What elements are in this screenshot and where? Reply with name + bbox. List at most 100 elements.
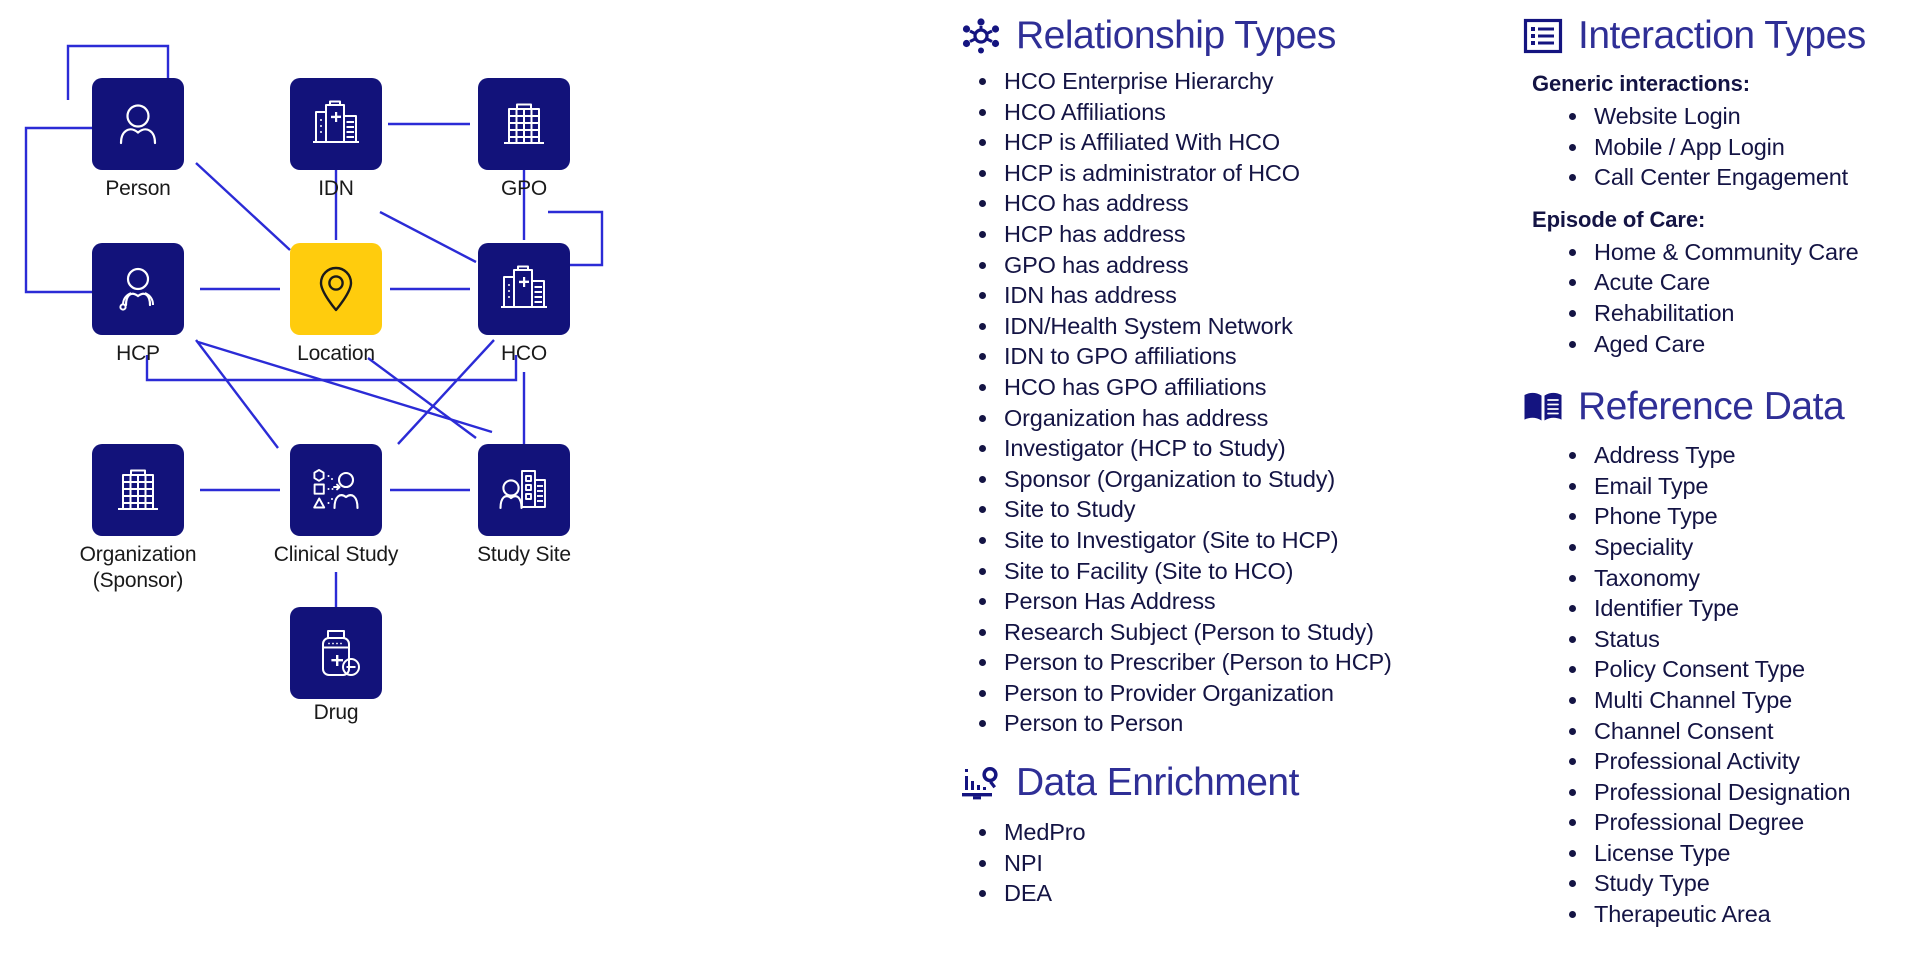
data-enrichment-list: MedPro NPI DEA — [960, 817, 1480, 909]
list-item[interactable]: Professional Designation — [1558, 777, 1920, 808]
reference-data-header: Reference Data — [1522, 385, 1920, 429]
interaction-and-reference-column: Interaction Types Generic interactions: … — [1522, 0, 1920, 930]
list-item[interactable]: HCO Affiliations — [968, 97, 1480, 128]
list-item[interactable]: Mobile / App Login — [1558, 132, 1920, 163]
list-item[interactable]: Rehabilitation — [1558, 298, 1920, 329]
list-item[interactable]: Investigator (HCP to Study) — [968, 433, 1480, 464]
list-item[interactable]: Speciality — [1558, 532, 1920, 563]
node-clinical-study[interactable] — [290, 444, 382, 536]
list-item[interactable]: Aged Care — [1558, 329, 1920, 360]
list-item[interactable]: Acute Care — [1558, 267, 1920, 298]
list-item[interactable]: Email Type — [1558, 471, 1920, 502]
clinical-study-icon — [313, 469, 359, 510]
node-study-site[interactable] — [478, 444, 570, 536]
list-item[interactable]: DEA — [968, 878, 1480, 909]
list-item[interactable]: HCP is Affiliated With HCO — [968, 127, 1480, 158]
list-item[interactable]: Channel Consent — [1558, 716, 1920, 747]
list-item[interactable]: HCP is administrator of HCO — [968, 158, 1480, 189]
map-pin-icon — [319, 266, 353, 312]
office-building-icon — [118, 469, 158, 510]
data-enrichment-header: Data Enrichment — [960, 761, 1480, 805]
node-location[interactable] — [290, 243, 382, 335]
list-item[interactable]: HCO has GPO affiliations — [968, 372, 1480, 403]
list-item[interactable]: Website Login — [1558, 101, 1920, 132]
node-hco[interactable] — [478, 243, 570, 335]
list-item[interactable]: IDN has address — [968, 280, 1480, 311]
list-item[interactable]: Organization has address — [968, 403, 1480, 434]
list-item[interactable]: Person Has Address — [968, 586, 1480, 617]
node-hcp[interactable] — [92, 243, 184, 335]
list-item[interactable]: Multi Channel Type — [1558, 685, 1920, 716]
interaction-types-title: Interaction Types — [1578, 14, 1866, 57]
list-item[interactable]: Home & Community Care — [1558, 237, 1920, 268]
list-item[interactable]: NPI — [968, 848, 1480, 879]
list-item[interactable]: Taxonomy — [1558, 563, 1920, 594]
node-idn[interactable] — [290, 78, 382, 170]
list-item[interactable]: HCO has address — [968, 188, 1480, 219]
relationship-types-header: Relationship Types — [960, 14, 1480, 58]
episode-of-care-list: Home & Community Care Acute Care Rehabil… — [1522, 237, 1920, 359]
node-organization[interactable] — [92, 444, 184, 536]
hospital-icon — [313, 100, 359, 143]
doctor-icon — [119, 267, 154, 311]
node-label-organization: Organization (Sponsor) — [79, 543, 197, 592]
hospital-icon — [501, 265, 547, 308]
reference-data-title: Reference Data — [1578, 385, 1845, 429]
reference-data-list: Address Type Email Type Phone Type Speci… — [1522, 440, 1920, 930]
list-item[interactable]: IDN/Health System Network — [968, 311, 1480, 342]
connector-idn-hco — [379, 210, 477, 264]
node-label-gpo: GPO — [500, 177, 548, 200]
entity-relationship-diagram: Person IDN GPO HCP Location HCO Organiza… — [0, 0, 760, 965]
list-item[interactable]: Site to Investigator (Site to HCP) — [968, 525, 1480, 556]
list-item[interactable]: Status — [1558, 624, 1920, 655]
node-label-hco: HCO — [500, 342, 548, 365]
list-item[interactable]: Study Type — [1558, 868, 1920, 899]
node-label-person: Person — [105, 177, 171, 200]
list-item[interactable]: Person to Person — [968, 708, 1480, 739]
node-label-hcp: HCP — [116, 342, 160, 365]
node-label-clinical-study: Clinical Study — [273, 543, 399, 566]
list-item[interactable]: Research Subject (Person to Study) — [968, 617, 1480, 648]
node-person[interactable] — [92, 78, 184, 170]
generic-interactions-subheading: Generic interactions: — [1532, 71, 1750, 96]
list-item[interactable]: Identifier Type — [1558, 593, 1920, 624]
node-label-study-site: Study Site — [477, 543, 571, 566]
list-item[interactable]: Professional Activity — [1558, 746, 1920, 777]
relationship-types-list: HCO Enterprise Hierarchy HCO Affiliation… — [960, 66, 1480, 739]
list-item[interactable]: Site to Study — [968, 494, 1480, 525]
node-gpo[interactable] — [478, 78, 570, 170]
list-item[interactable]: HCO Enterprise Hierarchy — [968, 66, 1480, 97]
relationship-types-title: Relationship Types — [1016, 14, 1336, 57]
list-item[interactable]: GPO has address — [968, 250, 1480, 281]
list-item[interactable]: Site to Facility (Site to HCO) — [968, 556, 1480, 587]
list-box-icon — [1522, 15, 1564, 57]
list-item[interactable]: Person to Prescriber (Person to HCP) — [968, 647, 1480, 678]
generic-interactions-list: Website Login Mobile / App Login Call Ce… — [1522, 101, 1920, 193]
node-label-location: Location — [297, 342, 375, 365]
list-item[interactable]: Sponsor (Organization to Study) — [968, 464, 1480, 495]
interaction-types-header: Interaction Types — [1522, 14, 1920, 58]
list-item[interactable]: MedPro — [968, 817, 1480, 848]
list-item[interactable]: License Type — [1558, 838, 1920, 869]
node-label-idn: IDN — [318, 177, 354, 200]
list-item[interactable]: Address Type — [1558, 440, 1920, 471]
list-item[interactable]: HCP has address — [968, 219, 1480, 250]
list-item[interactable]: Therapeutic Area — [1558, 899, 1920, 930]
relationship-types-column: Relationship Types HCO Enterprise Hierar… — [960, 0, 1480, 909]
open-book-icon — [1522, 386, 1564, 428]
office-building-icon — [504, 103, 544, 144]
person-icon — [119, 104, 157, 145]
node-label-drug: Drug — [313, 701, 359, 724]
data-enrichment-title: Data Enrichment — [1016, 761, 1299, 805]
list-item[interactable]: Policy Consent Type — [1558, 654, 1920, 685]
network-nodes-icon — [960, 15, 1002, 57]
node-drug[interactable] — [290, 607, 382, 699]
episode-of-care-subheading: Episode of Care: — [1532, 206, 1706, 232]
chart-search-icon — [960, 762, 1002, 804]
list-item[interactable]: IDN to GPO affiliations — [968, 341, 1480, 372]
list-item[interactable]: Person to Provider Organization — [968, 678, 1480, 709]
list-item[interactable]: Call Center Engagement — [1558, 162, 1920, 193]
drug-bottle-icon — [322, 630, 360, 676]
list-item[interactable]: Phone Type — [1558, 501, 1920, 532]
list-item[interactable]: Professional Degree — [1558, 807, 1920, 838]
